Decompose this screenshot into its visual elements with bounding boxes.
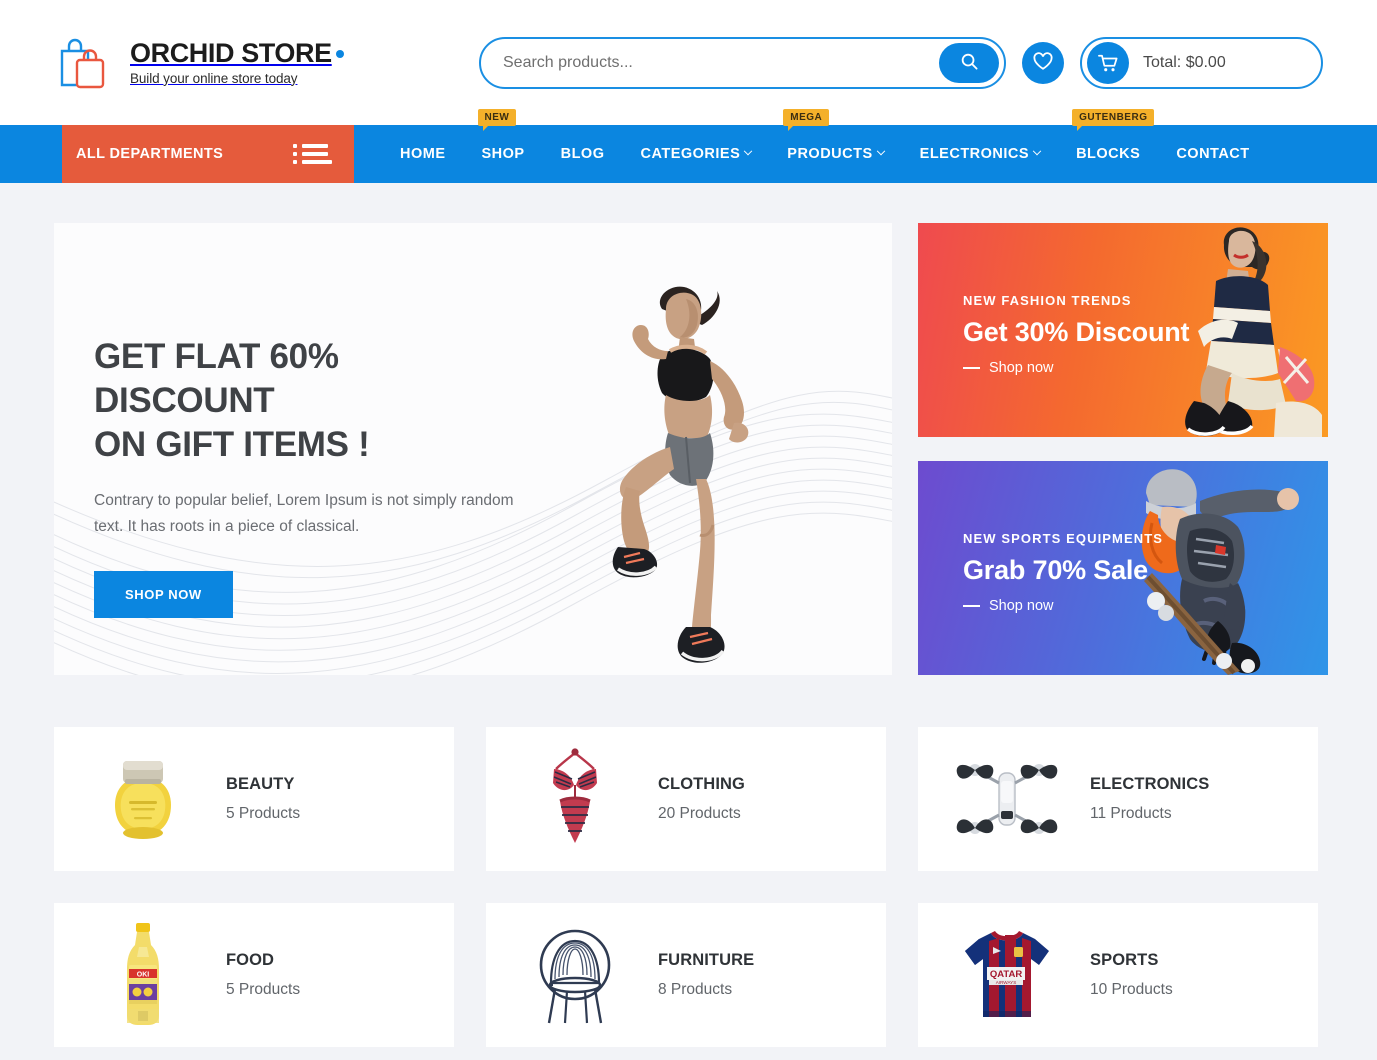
promo-kicker: NEW SPORTS EQUIPMENTS — [963, 531, 1164, 546]
logo-tagline: Build your online store today — [130, 70, 298, 86]
category-count: 10 Products — [1090, 981, 1173, 998]
running-woman-photo — [612, 286, 749, 663]
category-card-food[interactable]: OKI FOOD 5 Products — [54, 903, 454, 1047]
hero-title-line-1: GET FLAT 60% DISCOUNT — [94, 337, 339, 420]
svg-text:QATAR: QATAR — [990, 969, 1023, 980]
main-navigation: ALL DEPARTMENTS HOME NEW SHOP BLOG CATEG… — [0, 109, 1377, 183]
svg-text:OKI: OKI — [137, 972, 150, 979]
search-icon — [960, 52, 979, 74]
oil-bottle-icon: OKI — [82, 916, 204, 1034]
nav-item-products[interactable]: MEGA PRODUCTS — [769, 109, 901, 183]
promo-title: Grab 70% Sale — [963, 555, 1149, 585]
promo-title: Get 30% Discount — [963, 317, 1190, 347]
category-name: BEAUTY — [226, 775, 295, 793]
nav-item-home[interactable]: HOME — [382, 125, 464, 183]
heart-icon — [1033, 51, 1053, 74]
category-card-electronics[interactable]: ELECTRONICS 11 Products — [918, 727, 1318, 871]
nav-item-blocks[interactable]: GUTENBERG BLOCKS — [1058, 109, 1158, 183]
svg-text:AIRWAYS: AIRWAYS — [996, 980, 1017, 985]
nav-label: HOME — [400, 146, 446, 162]
cart-icon — [1087, 41, 1129, 84]
promo-shop-now-link[interactable]: Shop now — [963, 360, 1328, 376]
nav-label: BLOCKS — [1076, 146, 1141, 162]
hero-title-line-2: ON GIFT ITEMS ! — [94, 424, 370, 464]
category-card-sports[interactable]: QATAR AIRWAYS SPORTS 10 Products — [918, 903, 1318, 1047]
search-box[interactable] — [479, 36, 1006, 89]
nav-badge-gutenberg: GUTENBERG — [1072, 109, 1155, 131]
nav-items: HOME NEW SHOP BLOG CATEGORIES MEGA PRODU… — [354, 109, 1268, 183]
nav-badge-new: NEW — [477, 109, 517, 131]
drone-icon — [946, 740, 1068, 858]
category-card-furniture[interactable]: FURNITURE 8 Products — [486, 903, 886, 1047]
jersey-icon: QATAR AIRWAYS — [946, 916, 1068, 1034]
search-input[interactable] — [503, 53, 939, 72]
promo-text-block: NEW FASHION TRENDS Get 30% Discount Shop… — [918, 223, 1328, 376]
category-count: 5 Products — [226, 805, 301, 822]
promo-text-block: NEW SPORTS EQUIPMENTS Grab 70% Sale Shop… — [918, 461, 1328, 614]
nav-item-electronics[interactable]: ELECTRONICS — [902, 125, 1058, 183]
cart-button[interactable]: Total: $0.00 — [1080, 36, 1323, 89]
all-departments-button[interactable]: ALL DEPARTMENTS — [62, 125, 354, 183]
promo-banner-fashion[interactable]: NEW FASHION TRENDS Get 30% Discount Shop… — [918, 223, 1328, 437]
hero-banner: GET FLAT 60% DISCOUNT ON GIFT ITEMS ! Co… — [54, 223, 892, 675]
category-count: 8 Products — [658, 981, 733, 998]
promo-link-label: Shop now — [989, 598, 1054, 614]
dash-icon — [963, 367, 980, 369]
list-menu-icon — [293, 144, 332, 164]
dash-icon — [963, 605, 980, 607]
promo-banner-sports[interactable]: NEW SPORTS EQUIPMENTS Grab 70% Sale Shop… — [918, 461, 1328, 675]
nav-item-shop[interactable]: NEW SHOP — [464, 109, 543, 183]
promo-banners: NEW FASHION TRENDS Get 30% Discount Shop… — [918, 223, 1328, 675]
search-button[interactable] — [939, 42, 999, 83]
nav-badge-mega: MEGA — [783, 109, 830, 131]
nav-label: ELECTRONICS — [919, 146, 1030, 162]
nav-label: BLOG — [560, 146, 605, 162]
chevron-down-icon — [744, 146, 753, 156]
nav-item-contact[interactable]: CONTACT — [1158, 125, 1267, 183]
bikini-icon — [514, 740, 636, 858]
shopping-bag-icon — [54, 35, 118, 91]
category-card-beauty[interactable]: BEAUTY 5 Products — [54, 727, 454, 871]
category-count: 11 Products — [1090, 805, 1172, 822]
category-name: CLOTHING — [658, 775, 745, 793]
category-name: SPORTS — [1090, 951, 1159, 969]
nav-label: PRODUCTS — [787, 146, 873, 162]
category-name: FOOD — [226, 951, 275, 969]
cart-total-label: Total: $0.00 — [1143, 53, 1226, 71]
category-name: FURNITURE — [658, 951, 755, 969]
chevron-down-icon — [876, 146, 885, 156]
category-count: 5 Products — [226, 981, 301, 998]
category-count: 20 Products — [658, 805, 741, 822]
hero-shop-now-button[interactable]: SHOP NOW — [94, 571, 233, 619]
hero-title: GET FLAT 60% DISCOUNT ON GIFT ITEMS ! — [94, 335, 524, 466]
nav-label: CONTACT — [1176, 146, 1250, 162]
cream-jar-icon — [82, 740, 204, 858]
nav-item-blog[interactable]: BLOG — [543, 125, 623, 183]
nav-label: CATEGORIES — [640, 146, 741, 162]
promo-link-label: Shop now — [989, 360, 1054, 376]
header-actions: Total: $0.00 — [479, 36, 1323, 89]
category-card-clothing[interactable]: CLOTHING 20 Products — [486, 727, 886, 871]
chair-icon — [514, 916, 636, 1034]
logo-dot-icon — [335, 50, 344, 59]
main-content: GET FLAT 60% DISCOUNT ON GIFT ITEMS ! Co… — [0, 183, 1377, 1047]
hero-subtitle: Contrary to popular belief, Lorem Ipsum … — [94, 492, 514, 535]
chevron-down-icon — [1032, 146, 1042, 156]
wishlist-button[interactable] — [1022, 41, 1064, 84]
hero-text-block: GET FLAT 60% DISCOUNT ON GIFT ITEMS ! Co… — [54, 223, 524, 619]
nav-label: SHOP — [481, 146, 525, 162]
category-grid: BEAUTY 5 Products CLOTHING 20 Products E… — [54, 727, 1323, 1047]
hero-row: GET FLAT 60% DISCOUNT ON GIFT ITEMS ! Co… — [54, 223, 1328, 675]
site-logo[interactable]: ORCHID STORE Build your online store tod… — [54, 35, 344, 91]
all-departments-label: ALL DEPARTMENTS — [76, 146, 224, 162]
promo-kicker: NEW FASHION TRENDS — [963, 293, 1132, 308]
category-name: ELECTRONICS — [1090, 775, 1210, 793]
nav-item-categories[interactable]: CATEGORIES — [622, 125, 769, 183]
logo-title-text: ORCHID STORE — [130, 37, 332, 68]
site-header: ORCHID STORE Build your online store tod… — [0, 0, 1377, 125]
promo-shop-now-link[interactable]: Shop now — [963, 598, 1328, 614]
